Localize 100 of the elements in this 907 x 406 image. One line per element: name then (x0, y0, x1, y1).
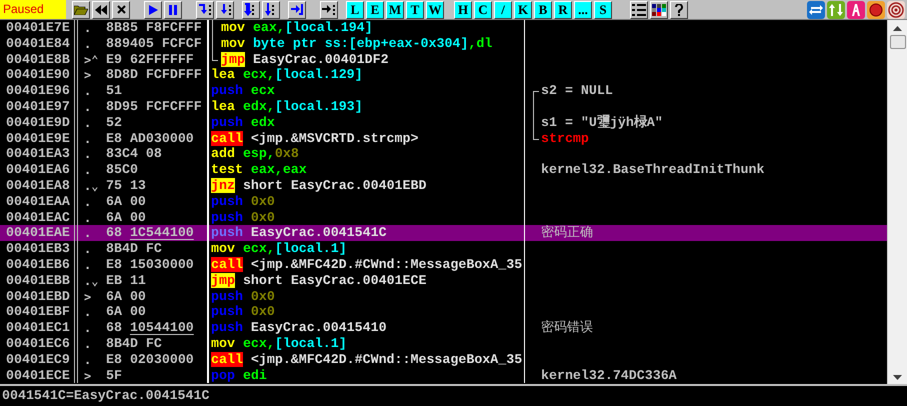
listing-row[interactable]: 00401EAE . 68 1C544100 push EasyCrac.0041541C 密码正确 (0, 225, 887, 242)
hex-cell: 8D95 FCFCFFF (106, 98, 209, 115)
address-cell: 00401EB3 (0, 241, 78, 257)
jump-mark: . (83, 98, 92, 115)
disassembly-text: push 0x0 (211, 304, 275, 320)
hex-cell: 85C0 (106, 162, 209, 178)
hex-cell: 6A 00 (106, 288, 209, 304)
hex-cell: 889405 FCFCF (106, 36, 209, 52)
disassembly-text: jnz short EasyCrac.00401EBD (211, 178, 426, 193)
trace-over-button[interactable] (262, 0, 280, 18)
listing-row[interactable]: 00401EC9 . E8 02030000 call <jmp.&MFC42D.#CWnd::MessageBoxA_35 (0, 352, 887, 368)
disassembly-text: push 0x0 (211, 210, 275, 225)
jump-mark: . (83, 114, 92, 131)
disassembly-text: lea ecx,[local.129] (211, 67, 363, 82)
window-button[interactable]: L (346, 0, 364, 18)
record-icon[interactable] (867, 0, 885, 18)
window-button[interactable]: W (426, 0, 444, 18)
jump-mark: .⌄ (83, 178, 100, 194)
window-button[interactable]: C (474, 0, 492, 18)
list-button[interactable] (630, 0, 648, 18)
disassembly-text: mov ecx,[local.1] (211, 241, 347, 256)
step-over-button[interactable] (216, 0, 234, 18)
jump-mark: . (83, 304, 92, 320)
hex-cell: 68 10544100 (106, 320, 209, 336)
hex-cell: E9 62FFFFFF (106, 52, 209, 68)
disassembly-text: call <jmp.&MFC42D.#CWnd::MessageBoxA_35 (211, 256, 522, 272)
listing-row[interactable]: 00401E9E . E8 AD030000 call <jmp.&MSVCRTD.strcmp> strcmp (0, 130, 887, 146)
address-cell: 00401EBD (0, 288, 78, 304)
address-cell: 00401E9E (0, 130, 78, 146)
target-icon[interactable] (887, 0, 905, 18)
jump-mark: . (83, 130, 92, 146)
listing-row[interactable]: 00401E96 . 51 push ecx s2 = NULL (0, 83, 887, 99)
window-button[interactable]: K (514, 0, 532, 18)
scroll-thumb[interactable] (890, 35, 906, 49)
window-button[interactable]: T (406, 0, 424, 18)
info-line: 0041541C=EasyCrac.0041541C (0, 384, 907, 406)
color-grid-button[interactable] (650, 0, 668, 18)
comment-text: kernel32.BaseThreadInitThunk (541, 162, 764, 178)
up-down-icon[interactable] (827, 0, 845, 18)
disassembly-text: push ecx (211, 83, 275, 98)
jump-mark: . (83, 146, 92, 162)
swap-icon[interactable] (807, 0, 825, 18)
address-cell: 00401ECE (0, 368, 78, 384)
listing-row[interactable]: 00401EC1 . 68 10544100 push EasyCrac.00415410 密码错误 (0, 320, 887, 336)
close-button[interactable] (112, 0, 130, 18)
jump-mark: . (83, 194, 92, 210)
rewind-button[interactable] (92, 0, 110, 18)
pause-button[interactable] (164, 0, 182, 18)
play-icon (148, 4, 158, 14)
scroll-down-icon[interactable] (893, 375, 902, 380)
window-button[interactable]: E (366, 0, 384, 18)
scrollbar[interactable] (887, 20, 907, 384)
help-button[interactable] (670, 0, 688, 18)
listing-row[interactable]: 00401ECE > 5F pop edi kernel32.74DC336A (0, 368, 887, 384)
listing-row[interactable]: 00401EA8 .⌄ 75 13 jnz short EasyCrac.00401EBD (0, 178, 887, 194)
listing-row[interactable]: 00401EBF . 6A 00 push 0x0 (0, 304, 887, 320)
window-button[interactable]: / (494, 0, 512, 18)
listing-row[interactable]: 00401EBD > 6A 00 push 0x0 (0, 288, 887, 304)
hex-cell: E8 AD030000 (106, 130, 209, 146)
jump-mark: . (83, 320, 92, 336)
listing-row[interactable]: 00401E8B >⌃ E9 62FFFFFF jmp EasyCrac.00401DF2 (0, 52, 887, 68)
color-grid-icon (652, 4, 666, 16)
address-cell: 00401EB6 (0, 256, 78, 273)
trace-into-button[interactable] (242, 0, 260, 18)
step-into-button[interactable] (196, 0, 214, 18)
listing-row[interactable]: 00401EA3 . 83C4 08 add esp,0x8 (0, 146, 887, 162)
address-cell: 00401EBB (0, 272, 78, 289)
hex-cell: 8B85 F8FCFFF (106, 20, 209, 36)
letter-a-icon[interactable] (847, 0, 865, 18)
jump-mark: . (83, 83, 92, 99)
jump-mark: . (83, 210, 92, 226)
window-button[interactable]: S (594, 0, 612, 18)
goto-button[interactable] (320, 0, 338, 18)
window-button[interactable]: M (386, 0, 404, 18)
listing-row[interactable]: 00401EBB .⌄ EB 11 jmp short EasyCrac.00401ECE (0, 272, 887, 289)
listing-row[interactable]: 00401E90 > 8D8D FCFDFFF lea ecx,[local.129] (0, 67, 887, 84)
window-button[interactable]: ... (574, 0, 592, 18)
hex-cell: 51 (106, 83, 209, 99)
jump-mark: . (83, 336, 92, 352)
window-button[interactable]: H (454, 0, 472, 18)
play-button[interactable] (144, 0, 162, 18)
address-cell: 00401E84 (0, 36, 78, 52)
address-cell: 00401E7E (0, 20, 78, 36)
list-icon (632, 4, 646, 16)
listing-row[interactable]: 00401E7E . 8B85 F8FCFFF mov eax,[local.194] (0, 20, 887, 36)
folder-button[interactable] (72, 0, 90, 18)
comment-text: s1 = "U瓕jÿh椂A" (541, 114, 663, 130)
disassembly-text: add esp,0x8 (211, 146, 299, 162)
scroll-up-icon[interactable] (893, 26, 902, 31)
jump-mark: . (83, 20, 92, 36)
return-button[interactable] (288, 0, 306, 18)
listing-row[interactable]: 00401EAA . 6A 00 push 0x0 (0, 194, 887, 210)
comment-text: kernel32.74DC336A (541, 368, 677, 383)
address-cell: 00401EA6 (0, 162, 78, 178)
jump-mark: .⌄ (83, 272, 100, 289)
window-button[interactable]: R (554, 0, 572, 18)
disassembly-text: test eax,eax (211, 162, 307, 178)
window-button[interactable]: B (534, 0, 552, 18)
listing-row[interactable]: 00401E97 . 8D95 FCFCFFF lea edx,[local.193] (0, 98, 887, 115)
pause-icon (169, 4, 177, 14)
